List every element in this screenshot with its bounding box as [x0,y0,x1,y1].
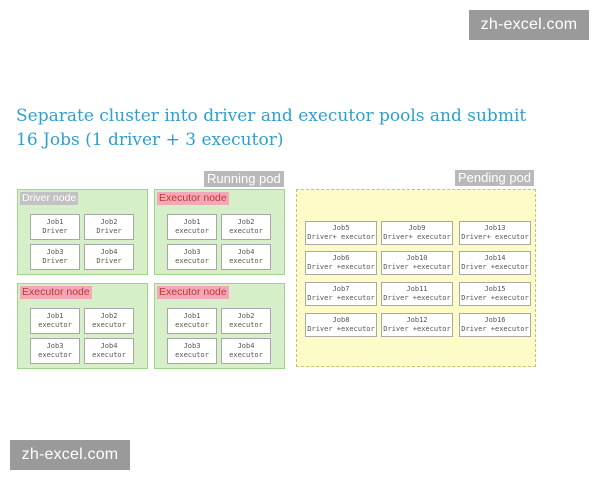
job-name: Job3 [183,342,201,350]
job-name: Job2 [237,312,255,320]
job-name: Job11 [406,285,428,293]
job-box: Job2 executor [221,308,271,334]
node-label: Executor node [157,192,229,205]
job-box: Job3 Driver [30,244,80,270]
pending-job-box: Job13 Driver+ executor [459,221,531,245]
job-role: executor [92,351,126,359]
job-role: Driver [96,227,122,235]
job-box: Job3 executor [167,244,217,270]
job-role: Driver [42,227,68,235]
pending-job-box: Job10 Driver +executor [381,251,453,275]
job-box: Job2 executor [221,214,271,240]
node-label: Executor node [157,286,229,299]
job-role: executor [229,257,263,265]
job-name: Job3 [46,342,64,350]
job-role: executor [229,321,263,329]
job-name: Job1 [183,218,201,226]
job-box: Job4 executor [221,244,271,270]
job-role: executor [175,227,209,235]
pending-job-box: Job15 Driver +executor [459,282,531,306]
pending-pod-area: Job5 Driver+ executor Job9 Driver+ executo… [296,189,536,367]
executor-node: Executor node Job1 executor Job2 executor … [154,189,285,275]
job-name: Job15 [484,285,506,293]
job-role: Driver [42,257,68,265]
job-box: Job3 executor [30,338,80,364]
executor-node: Executor node Job1 executor Job2 executor … [154,283,285,369]
job-role: executor [38,321,72,329]
pending-job-box: Job11 Driver +executor [381,282,453,306]
pending-pod-label: Pending pod [455,170,535,186]
job-role: executor [229,351,263,359]
pending-job-box: Job5 Driver+ executor [305,221,377,245]
job-role: executor [175,257,209,265]
job-box: Job1 executor [167,214,217,240]
job-name: Job2 [100,312,118,320]
pending-job-box: Job8 Driver +executor [305,313,377,337]
job-name: Job4 [100,342,118,350]
job-name: Job1 [46,312,64,320]
job-role: Driver +executor [461,294,529,302]
job-box: Job3 executor [167,338,217,364]
job-role: Driver +executor [307,325,375,333]
job-name: Job7 [332,285,350,293]
node-label: Executor node [20,286,92,299]
job-name: Job3 [46,248,64,256]
node-label: Driver node [20,192,79,205]
job-role: Driver+ executor [461,233,529,241]
job-name: Job1 [183,312,201,320]
job-name: Job13 [484,224,506,232]
job-name: Job1 [46,218,64,226]
pending-job-box: Job14 Driver +executor [459,251,531,275]
job-role: executor [175,321,209,329]
pending-job-box: Job7 Driver +executor [305,282,377,306]
pending-job-box: Job12 Driver +executor [381,313,453,337]
job-box: Job2 Driver [84,214,134,240]
job-name: Job10 [406,254,428,262]
job-name: Job5 [332,224,350,232]
job-role: executor [92,321,126,329]
driver-node: Driver node Job1 Driver Job2 Driver Job3 Dr… [17,189,148,275]
pending-job-box: Job6 Driver +executor [305,251,377,275]
job-role: Driver+ executor [383,233,451,241]
job-box: Job1 executor [167,308,217,334]
watermark-bottom: zh-excel.com [10,440,130,470]
watermark-top: zh-excel.com [469,10,589,40]
job-name: Job12 [406,316,428,324]
job-role: executor [175,351,209,359]
job-name: Job2 [100,218,118,226]
job-box: Job1 Driver [30,214,80,240]
job-role: Driver +executor [383,294,451,302]
job-role: Driver +executor [307,294,375,302]
job-box: Job1 executor [30,308,80,334]
running-pod-label: Running pod [204,171,284,187]
job-box: Job2 executor [84,308,134,334]
job-role: executor [38,351,72,359]
job-box: Job4 executor [221,338,271,364]
job-role: Driver +executor [383,325,451,333]
job-name: Job8 [332,316,350,324]
executor-node: Executor node Job1 executor Job2 executor … [17,283,148,369]
job-name: Job9 [408,224,426,232]
job-name: Job2 [237,218,255,226]
job-name: Job6 [332,254,350,262]
pending-job-box: Job16 Driver +executor [459,313,531,337]
job-role: Driver +executor [307,263,375,271]
job-name: Job4 [100,248,118,256]
job-role: Driver+ executor [307,233,375,241]
job-role: Driver +executor [461,325,529,333]
job-name: Job3 [183,248,201,256]
job-name: Job4 [237,342,255,350]
job-name: Job14 [484,254,506,262]
job-role: executor [229,227,263,235]
job-name: Job16 [484,316,506,324]
job-box: Job4 executor [84,338,134,364]
job-role: Driver +executor [383,263,451,271]
job-role: Driver [96,257,122,265]
pending-job-box: Job9 Driver+ executor [381,221,453,245]
job-name: Job4 [237,248,255,256]
job-box: Job4 Driver [84,244,134,270]
job-role: Driver +executor [461,263,529,271]
diagram-title: Separate cluster into driver and executo… [16,106,527,150]
